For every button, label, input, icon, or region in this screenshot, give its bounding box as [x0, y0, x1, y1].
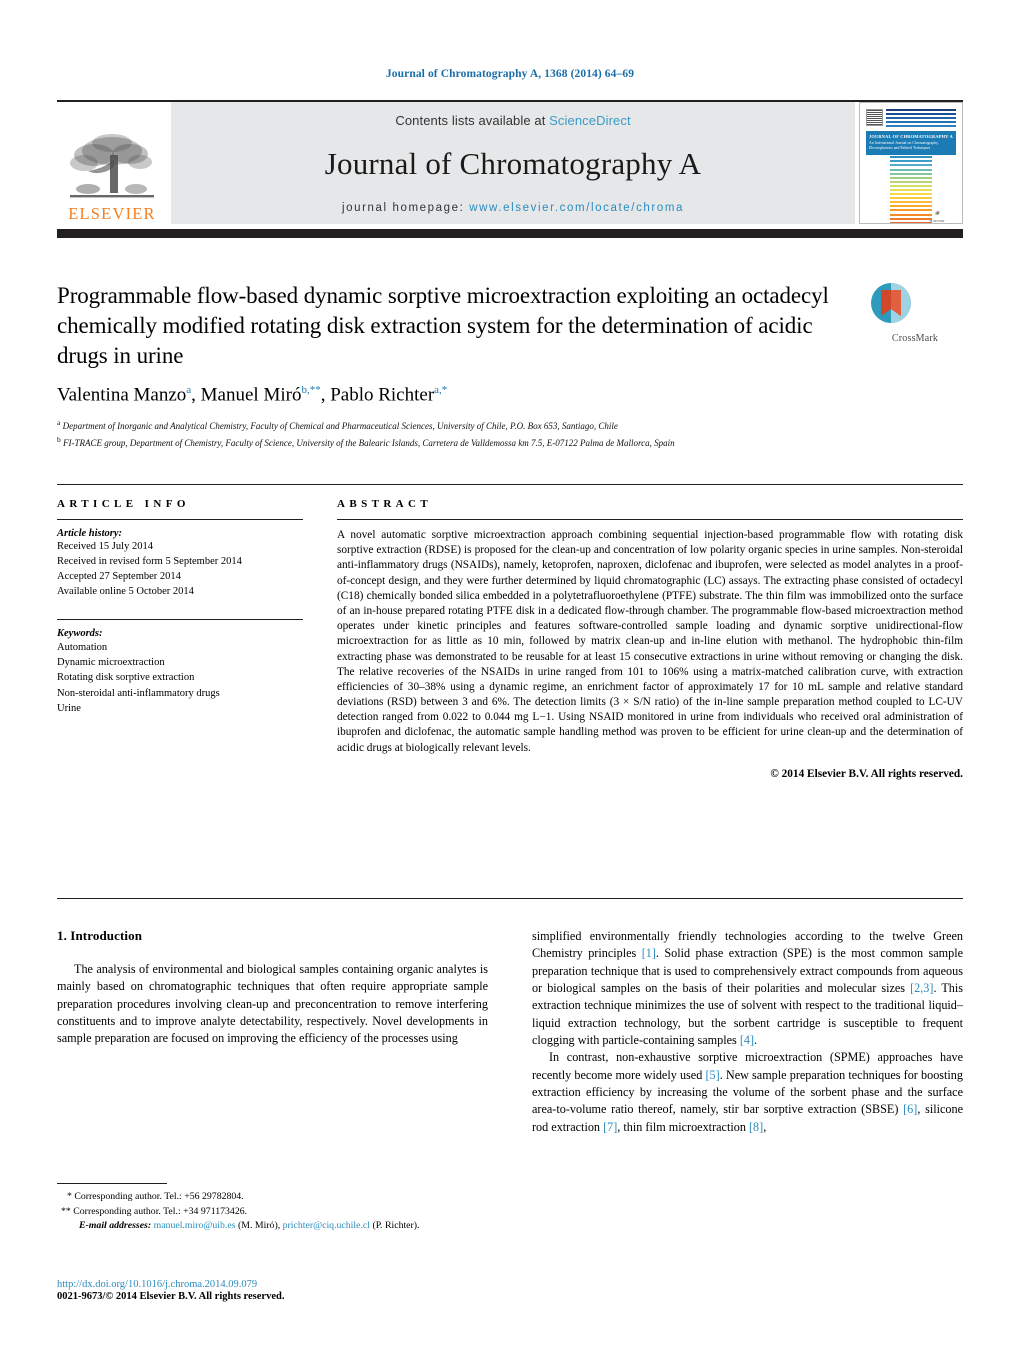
- contents-available-line: Contents lists available at ScienceDirec…: [395, 113, 630, 128]
- crossmark-badge[interactable]: CrossMark: [867, 281, 963, 344]
- cover-publisher-symbol: ❀: [934, 211, 940, 218]
- masthead-dark-band: [57, 229, 963, 238]
- info-abstract-region: ARTICLE INFO Article history: Received 1…: [57, 498, 963, 782]
- section-title-introduction: 1. Introduction: [57, 928, 143, 943]
- journal-cover-thumbnail: JOURNAL OF CHROMATOGRAPHY A An Internati…: [859, 102, 963, 224]
- title-block: Programmable flow-based dynamic sorptive…: [57, 281, 847, 451]
- citation-ref-1[interactable]: [1]: [642, 946, 656, 960]
- footnote-corresponding-1: * Corresponding author. Tel.: +56 297828…: [67, 1191, 244, 1202]
- cover-title-band: JOURNAL OF CHROMATOGRAPHY A An Internati…: [866, 131, 956, 156]
- intro-paragraph-2: In contrast, non-exhaustive sorptive mic…: [532, 1049, 963, 1136]
- crossmark-icon[interactable]: [869, 281, 961, 327]
- article-page: Journal of Chromatography A, 1368 (2014)…: [0, 0, 1020, 1351]
- email-addresses-label: E-mail addresses:: [79, 1220, 152, 1232]
- intro-paragraph-1: The analysis of environmental and biolog…: [57, 962, 488, 1046]
- qr-code-icon: [866, 109, 883, 126]
- journal-title: Journal of Chromatography A: [324, 146, 702, 181]
- abstract-paragraph: A novel automatic sorptive microextracti…: [337, 529, 963, 754]
- rule-above-abstract: [57, 484, 963, 485]
- crossmark-label: CrossMark: [891, 333, 939, 344]
- footnote-emails: E-mail addresses: manuel.miro@uib.es (M.…: [57, 1219, 488, 1234]
- article-info-rule: [57, 519, 303, 520]
- affiliation-a: a Department of Inorganic and Analytical…: [57, 417, 847, 434]
- history-item: Available online 5 October 2014: [57, 585, 194, 597]
- body-column-right: simplified environmentally friendly tech…: [532, 928, 963, 1136]
- elsevier-tree-icon: [70, 134, 154, 198]
- author-sup-1[interactable]: a: [186, 384, 191, 396]
- page-title: Programmable flow-based dynamic sorptive…: [57, 283, 829, 368]
- abstract-heading: ABSTRACT: [337, 498, 433, 510]
- keywords-rule: [57, 618, 303, 620]
- footnote-corresponding-2: ** Corresponding author. Tel.: +34 97117…: [61, 1205, 248, 1217]
- email-owner-1: (M. Miró),: [237, 1220, 281, 1232]
- rp2e: ,: [763, 1119, 767, 1134]
- citation-ref-8[interactable]: [8]: [749, 1120, 763, 1134]
- intro-paragraph-1-cont: simplified environmentally friendly tech…: [532, 928, 963, 1049]
- homepage-url-link[interactable]: www.elsevier.com/locate/chroma: [469, 202, 684, 214]
- affiliation-text-b: FI-TRACE group, Department of Chemistry,…: [63, 437, 675, 448]
- citation-ref-5[interactable]: [5]: [705, 1068, 719, 1082]
- rp2d: , thin film microextraction: [617, 1119, 749, 1134]
- sciencedirect-link[interactable]: ScienceDirect: [549, 113, 631, 128]
- email-link-1[interactable]: manuel.miro@uib.es: [154, 1220, 236, 1231]
- citation-ref-2-3[interactable]: [2,3]: [910, 981, 933, 995]
- author-sup-3[interactable]: a,*: [434, 384, 447, 396]
- keyword-item: Non-steroidal anti-inflammatory drugs: [57, 687, 220, 699]
- abstract-column: ABSTRACT A novel automatic sorptive micr…: [337, 498, 963, 782]
- keywords-label: Keywords:: [57, 627, 103, 639]
- citation-ref-6[interactable]: [6]: [903, 1102, 917, 1116]
- rule-below-abstract: [57, 898, 963, 899]
- affiliation-marker-b: b: [57, 434, 61, 444]
- abstract-copyright: © 2014 Elsevier B.V. All rights reserved…: [770, 767, 963, 780]
- cover-publisher-mark: ❀ ELSEVIER: [920, 210, 954, 224]
- keyword-item: Dynamic microextraction: [57, 656, 165, 668]
- history-item: Received 15 July 2014: [57, 541, 153, 552]
- author-name-2: Manuel Miró: [200, 384, 302, 405]
- history-item: Accepted 27 September 2014: [57, 570, 181, 582]
- contents-prefix: Contents lists available at: [395, 113, 550, 128]
- article-info-column: ARTICLE INFO Article history: Received 1…: [57, 498, 303, 782]
- author-name-3: Pablo Richter: [330, 384, 435, 405]
- citation-ref-7[interactable]: [7]: [603, 1120, 617, 1134]
- body-columns: 1. Introduction The analysis of environm…: [57, 928, 963, 1136]
- affiliation-list: a Department of Inorganic and Analytical…: [57, 417, 847, 451]
- abstract-body: A novel automatic sorptive microextracti…: [337, 528, 963, 782]
- issn-copyright-line: 0021-9673/© 2014 Elsevier B.V. All right…: [57, 1291, 285, 1302]
- affiliation-b: b FI-TRACE group, Department of Chemistr…: [57, 434, 847, 451]
- author-name-1: Valentina Manzo: [57, 384, 187, 405]
- footnote-rule: [57, 1183, 167, 1184]
- abstract-rule: [337, 519, 963, 520]
- author-sup-2[interactable]: b,**: [301, 384, 320, 396]
- keyword-item: Automation: [57, 641, 108, 653]
- affiliation-marker-a: a: [57, 418, 61, 427]
- journal-masthead: ELSEVIER Contents lists available at Sci…: [57, 100, 963, 224]
- citation-ref-4[interactable]: [4]: [740, 1033, 754, 1047]
- cover-band-subtitle: An International Journal on Chromatograp…: [869, 140, 939, 151]
- homepage-prefix: journal homepage:: [341, 202, 470, 214]
- footer-doi-block: http://dx.doi.org/10.1016/j.chroma.2014.…: [57, 1279, 488, 1302]
- keyword-item: Urine: [57, 702, 81, 714]
- masthead-center: Contents lists available at ScienceDirec…: [171, 102, 855, 224]
- cover-top-area: [866, 109, 956, 129]
- footnote-block: * Corresponding author. Tel.: +56 297828…: [57, 1183, 488, 1234]
- cover-publisher-name: ELSEVIER: [929, 219, 945, 224]
- rp1d: .: [754, 1032, 758, 1047]
- article-history-label: Article history:: [57, 528, 123, 539]
- doi-link[interactable]: http://dx.doi.org/10.1016/j.chroma.2014.…: [57, 1279, 488, 1290]
- email-link-2[interactable]: prichter@ciq.uchile.cl: [283, 1220, 370, 1231]
- journal-homepage-line: journal homepage: www.elsevier.com/locat…: [342, 202, 684, 214]
- cover-top-stripes: [886, 109, 956, 129]
- email-owner-2: (P. Richter).: [372, 1220, 420, 1232]
- body-column-left: 1. Introduction The analysis of environm…: [57, 928, 488, 1136]
- cover-body: ❀ ELSEVIER: [866, 156, 956, 224]
- elsevier-wordmark: ELSEVIER: [68, 204, 156, 223]
- article-info-heading: ARTICLE INFO: [57, 498, 190, 510]
- history-item: Received in revised form 5 September 201…: [57, 555, 242, 567]
- keyword-item: Rotating disk sorptive extraction: [57, 672, 195, 684]
- elsevier-logo: ELSEVIER: [57, 102, 167, 224]
- running-head: Journal of Chromatography A, 1368 (2014)…: [385, 68, 635, 80]
- author-list: Valentina Manzoa, Manuel Mirób,**, Pablo…: [57, 383, 448, 405]
- affiliation-text-a: Department of Inorganic and Analytical C…: [62, 421, 618, 431]
